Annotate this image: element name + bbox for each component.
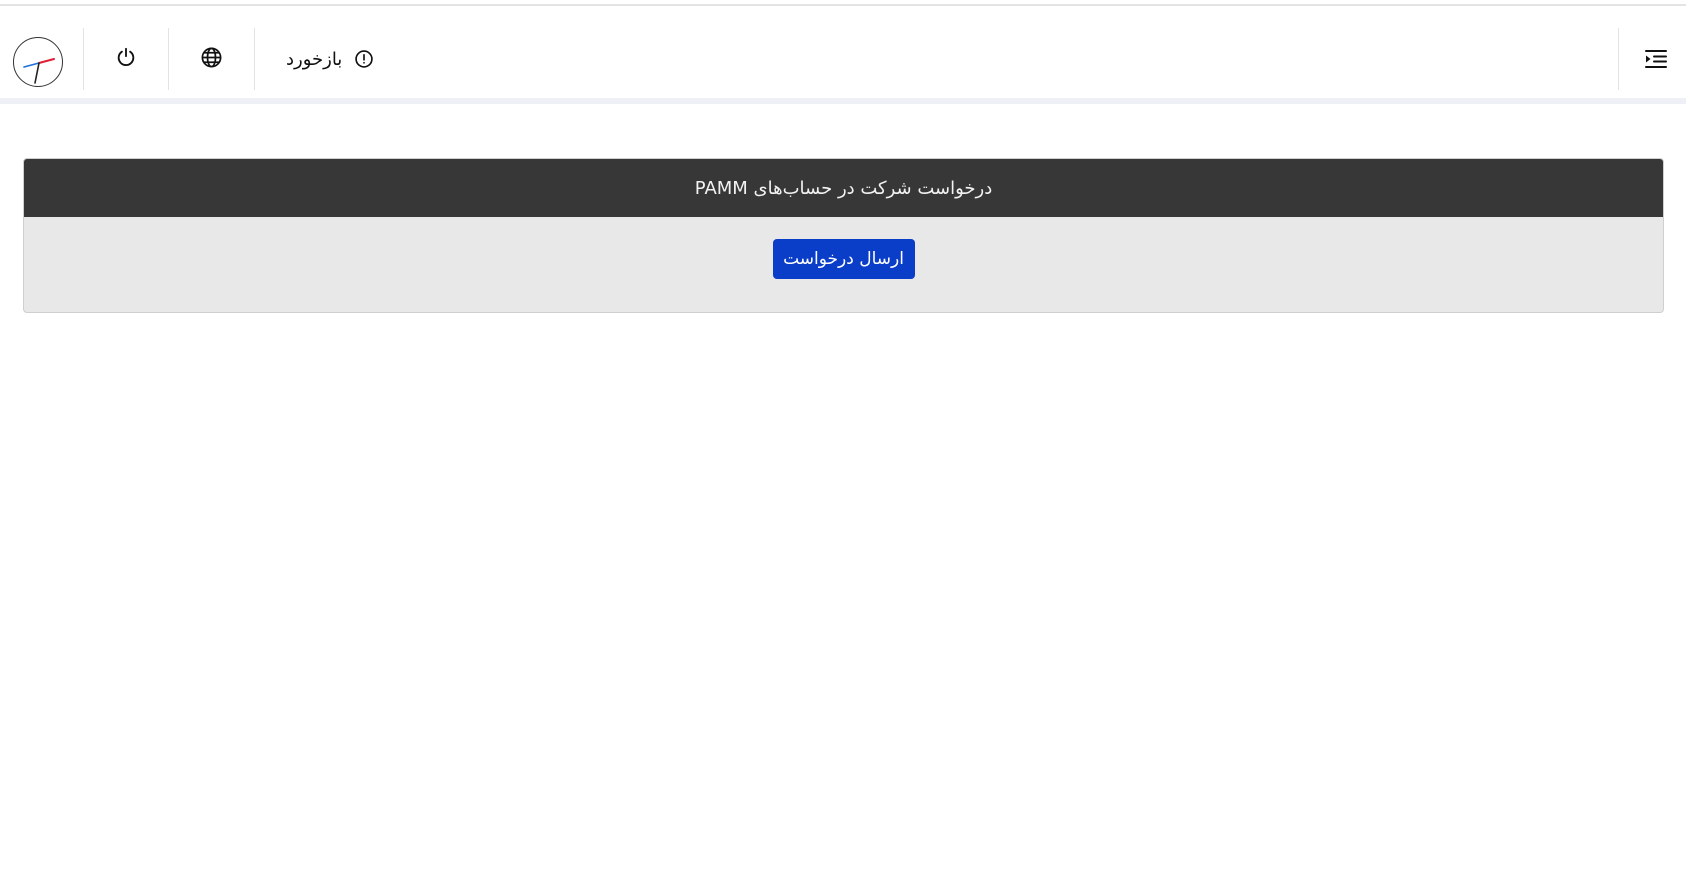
top-navbar: بازخورد: [0, 6, 1686, 99]
pamm-request-card: درخواست شرکت در حساب‌های PAMM ارسال درخو…: [23, 158, 1664, 313]
language-button[interactable]: [196, 42, 226, 72]
separator: [168, 28, 169, 90]
submit-request-button[interactable]: ارسال درخواست: [772, 239, 915, 279]
separator: [1618, 28, 1619, 90]
clock-logo-icon: [23, 58, 55, 84]
navbar-shadow: [0, 98, 1686, 104]
sidebar-toggle-button[interactable]: [1640, 44, 1672, 74]
globe-icon: [201, 47, 221, 67]
feedback-label: بازخورد: [286, 48, 343, 70]
separator: [83, 28, 84, 90]
power-icon: [117, 47, 135, 66]
logout-button[interactable]: [111, 42, 141, 72]
card-header: درخواست شرکت در حساب‌های PAMM: [24, 159, 1663, 217]
feedback-button[interactable]: بازخورد: [286, 44, 374, 74]
user-avatar[interactable]: [13, 37, 63, 87]
separator: [254, 28, 255, 90]
exclamation-circle-icon: [355, 50, 374, 68]
card-title: درخواست شرکت در حساب‌های PAMM: [694, 177, 993, 199]
indent-menu-icon: [1645, 50, 1667, 68]
card-body: ارسال درخواست: [24, 217, 1663, 312]
